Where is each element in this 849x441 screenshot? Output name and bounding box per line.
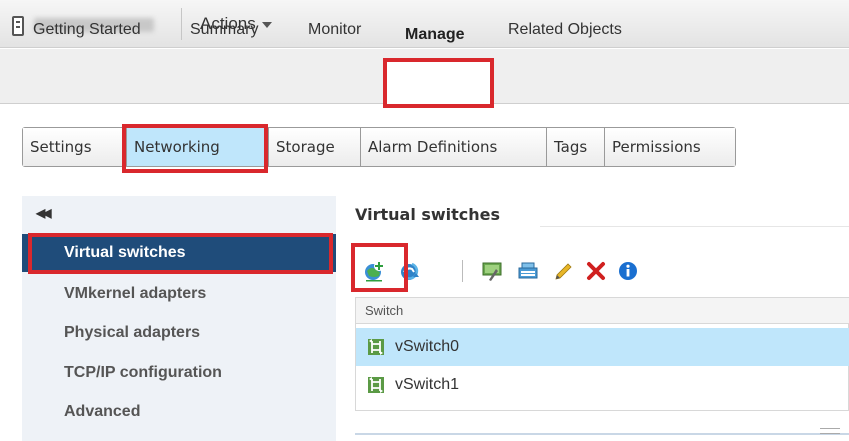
header-divider <box>181 8 182 40</box>
switch-name: vSwitch1 <box>395 376 460 393</box>
caret-down-icon <box>261 21 272 28</box>
subtab-permissions[interactable]: Permissions <box>605 128 735 166</box>
subtab-networking[interactable]: Networking <box>127 128 269 166</box>
nav-vmkernel-adapters[interactable]: VMkernel adapters <box>22 275 336 313</box>
networking-nav: ◀◀ Virtual switches VMkernel adapters Ph… <box>22 196 336 441</box>
subtab-alarm-definitions[interactable]: Alarm Definitions <box>361 128 547 166</box>
tab-summary[interactable]: Summary <box>190 21 258 39</box>
table-row[interactable]: vSwitch1 <box>356 366 849 404</box>
switch-name: vSwitch0 <box>395 338 460 355</box>
manage-tab-highlight <box>383 58 494 108</box>
refresh-icon[interactable] <box>399 260 421 282</box>
title-divider <box>540 226 849 227</box>
subtab-storage[interactable]: Storage <box>269 128 361 166</box>
vswitch-icon <box>368 377 384 393</box>
table-row[interactable]: vSwitch0 <box>356 328 849 366</box>
manage-adapters-icon[interactable] <box>517 260 539 282</box>
tab-monitor[interactable]: Monitor <box>308 21 361 39</box>
subtab-tags[interactable]: Tags <box>547 128 605 166</box>
host-icon <box>12 16 24 36</box>
detail-panel-divider <box>355 433 849 435</box>
migrate-adapter-icon[interactable] <box>481 260 503 282</box>
nav-advanced[interactable]: Advanced <box>22 393 336 431</box>
tab-getting-started[interactable]: Getting Started <box>33 21 141 39</box>
nav-physical-adapters[interactable]: Physical adapters <box>22 314 336 352</box>
subtab-settings[interactable]: Settings <box>23 128 127 166</box>
toolbar-separator <box>462 260 463 282</box>
virtual-switch-table: Switch vSwitch0 vSwitch1 <box>355 297 849 411</box>
manage-subtab-bar: Settings Networking Storage Alarm Defini… <box>22 127 736 167</box>
add-host-networking-icon[interactable] <box>363 260 385 282</box>
edit-icon[interactable] <box>552 260 574 282</box>
nav-tcpip-configuration[interactable]: TCP/IP configuration <box>22 354 336 392</box>
panel-title: Virtual switches <box>355 205 501 224</box>
double-chevron-left-icon[interactable]: ◀◀ <box>36 206 52 220</box>
column-header-switch[interactable]: Switch <box>356 298 849 324</box>
nav-virtual-switches[interactable]: Virtual switches <box>22 234 336 272</box>
info-icon[interactable] <box>617 260 639 282</box>
vswitch-icon <box>368 339 384 355</box>
remove-icon[interactable] <box>585 260 607 282</box>
tab-related-objects[interactable]: Related Objects <box>508 21 622 39</box>
resize-grip-icon[interactable] <box>820 428 840 434</box>
tab-manage[interactable]: Manage <box>405 26 465 44</box>
